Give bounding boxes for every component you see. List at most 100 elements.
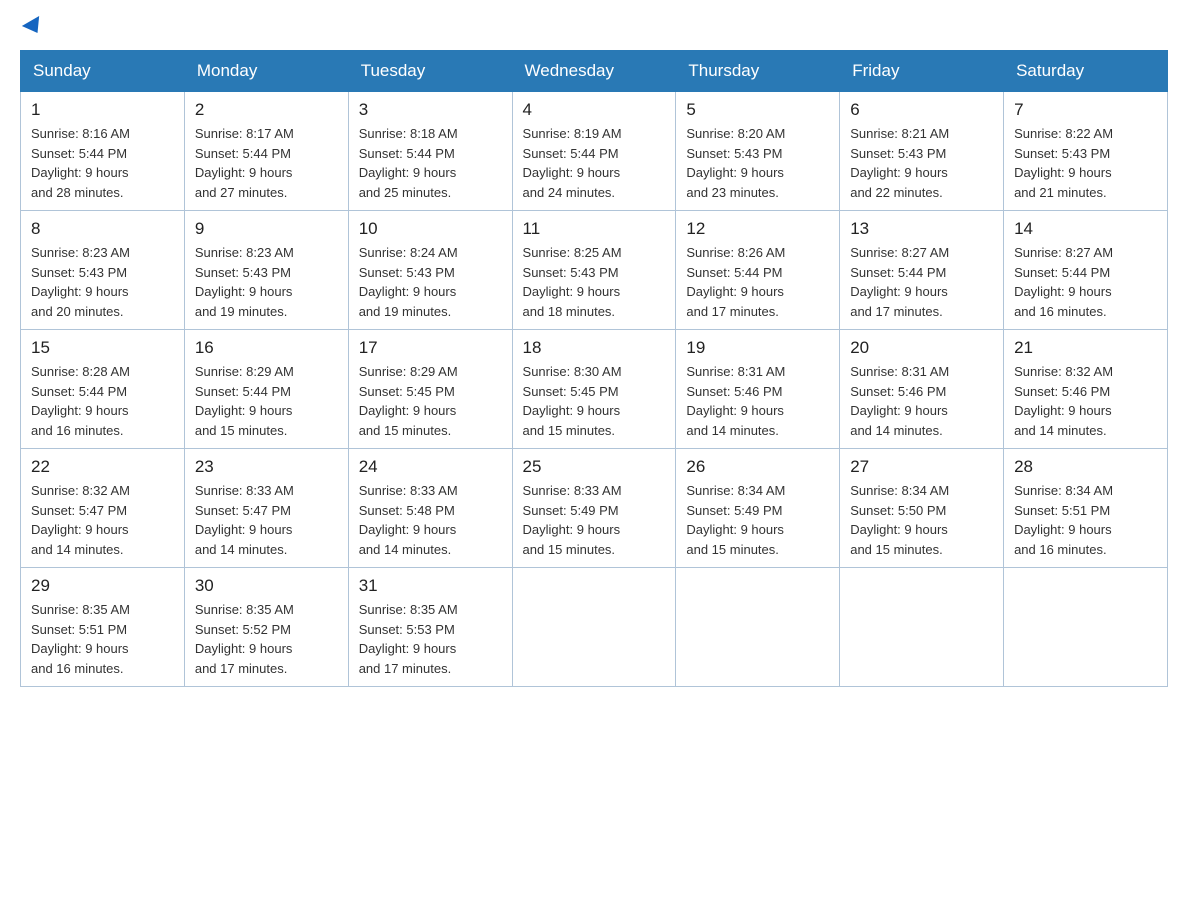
calendar-cell: 12 Sunrise: 8:26 AM Sunset: 5:44 PM Dayl…: [676, 211, 840, 330]
day-number: 20: [850, 338, 993, 358]
day-info: Sunrise: 8:29 AM Sunset: 5:45 PM Dayligh…: [359, 362, 502, 440]
day-number: 12: [686, 219, 829, 239]
calendar-week-row: 29 Sunrise: 8:35 AM Sunset: 5:51 PM Dayl…: [21, 568, 1168, 687]
calendar-cell: [676, 568, 840, 687]
calendar-cell: 4 Sunrise: 8:19 AM Sunset: 5:44 PM Dayli…: [512, 92, 676, 211]
calendar-cell: 9 Sunrise: 8:23 AM Sunset: 5:43 PM Dayli…: [184, 211, 348, 330]
calendar-cell: 23 Sunrise: 8:33 AM Sunset: 5:47 PM Dayl…: [184, 449, 348, 568]
calendar-cell: 30 Sunrise: 8:35 AM Sunset: 5:52 PM Dayl…: [184, 568, 348, 687]
calendar-cell: 3 Sunrise: 8:18 AM Sunset: 5:44 PM Dayli…: [348, 92, 512, 211]
calendar-cell: 31 Sunrise: 8:35 AM Sunset: 5:53 PM Dayl…: [348, 568, 512, 687]
day-info: Sunrise: 8:18 AM Sunset: 5:44 PM Dayligh…: [359, 124, 502, 202]
weekday-header-monday: Monday: [184, 51, 348, 92]
day-info: Sunrise: 8:33 AM Sunset: 5:48 PM Dayligh…: [359, 481, 502, 559]
weekday-header-sunday: Sunday: [21, 51, 185, 92]
day-info: Sunrise: 8:29 AM Sunset: 5:44 PM Dayligh…: [195, 362, 338, 440]
calendar-week-row: 22 Sunrise: 8:32 AM Sunset: 5:47 PM Dayl…: [21, 449, 1168, 568]
calendar-cell: 26 Sunrise: 8:34 AM Sunset: 5:49 PM Dayl…: [676, 449, 840, 568]
calendar-cell: [512, 568, 676, 687]
day-number: 19: [686, 338, 829, 358]
day-number: 3: [359, 100, 502, 120]
calendar-cell: [1004, 568, 1168, 687]
calendar-week-row: 8 Sunrise: 8:23 AM Sunset: 5:43 PM Dayli…: [21, 211, 1168, 330]
day-number: 16: [195, 338, 338, 358]
day-info: Sunrise: 8:19 AM Sunset: 5:44 PM Dayligh…: [523, 124, 666, 202]
day-info: Sunrise: 8:32 AM Sunset: 5:46 PM Dayligh…: [1014, 362, 1157, 440]
day-number: 25: [523, 457, 666, 477]
day-number: 13: [850, 219, 993, 239]
day-info: Sunrise: 8:32 AM Sunset: 5:47 PM Dayligh…: [31, 481, 174, 559]
calendar-cell: 16 Sunrise: 8:29 AM Sunset: 5:44 PM Dayl…: [184, 330, 348, 449]
page-header: [20, 20, 1168, 34]
day-info: Sunrise: 8:20 AM Sunset: 5:43 PM Dayligh…: [686, 124, 829, 202]
calendar-cell: 20 Sunrise: 8:31 AM Sunset: 5:46 PM Dayl…: [840, 330, 1004, 449]
day-number: 15: [31, 338, 174, 358]
day-number: 8: [31, 219, 174, 239]
day-info: Sunrise: 8:34 AM Sunset: 5:51 PM Dayligh…: [1014, 481, 1157, 559]
day-number: 24: [359, 457, 502, 477]
day-info: Sunrise: 8:33 AM Sunset: 5:47 PM Dayligh…: [195, 481, 338, 559]
day-info: Sunrise: 8:27 AM Sunset: 5:44 PM Dayligh…: [1014, 243, 1157, 321]
calendar-cell: 10 Sunrise: 8:24 AM Sunset: 5:43 PM Dayl…: [348, 211, 512, 330]
day-info: Sunrise: 8:26 AM Sunset: 5:44 PM Dayligh…: [686, 243, 829, 321]
day-info: Sunrise: 8:27 AM Sunset: 5:44 PM Dayligh…: [850, 243, 993, 321]
calendar-cell: 5 Sunrise: 8:20 AM Sunset: 5:43 PM Dayli…: [676, 92, 840, 211]
calendar-cell: 17 Sunrise: 8:29 AM Sunset: 5:45 PM Dayl…: [348, 330, 512, 449]
day-number: 22: [31, 457, 174, 477]
day-number: 21: [1014, 338, 1157, 358]
logo-arrow-icon: [22, 16, 46, 38]
weekday-header-friday: Friday: [840, 51, 1004, 92]
calendar-cell: 21 Sunrise: 8:32 AM Sunset: 5:46 PM Dayl…: [1004, 330, 1168, 449]
day-number: 29: [31, 576, 174, 596]
day-number: 2: [195, 100, 338, 120]
calendar-cell: 22 Sunrise: 8:32 AM Sunset: 5:47 PM Dayl…: [21, 449, 185, 568]
calendar-table: SundayMondayTuesdayWednesdayThursdayFrid…: [20, 50, 1168, 687]
day-number: 31: [359, 576, 502, 596]
day-info: Sunrise: 8:22 AM Sunset: 5:43 PM Dayligh…: [1014, 124, 1157, 202]
calendar-cell: 15 Sunrise: 8:28 AM Sunset: 5:44 PM Dayl…: [21, 330, 185, 449]
calendar-cell: [840, 568, 1004, 687]
calendar-cell: 13 Sunrise: 8:27 AM Sunset: 5:44 PM Dayl…: [840, 211, 1004, 330]
day-info: Sunrise: 8:33 AM Sunset: 5:49 PM Dayligh…: [523, 481, 666, 559]
day-number: 1: [31, 100, 174, 120]
day-number: 10: [359, 219, 502, 239]
day-info: Sunrise: 8:31 AM Sunset: 5:46 PM Dayligh…: [686, 362, 829, 440]
day-info: Sunrise: 8:23 AM Sunset: 5:43 PM Dayligh…: [195, 243, 338, 321]
weekday-header-tuesday: Tuesday: [348, 51, 512, 92]
day-info: Sunrise: 8:24 AM Sunset: 5:43 PM Dayligh…: [359, 243, 502, 321]
calendar-week-row: 1 Sunrise: 8:16 AM Sunset: 5:44 PM Dayli…: [21, 92, 1168, 211]
day-number: 28: [1014, 457, 1157, 477]
weekday-header-thursday: Thursday: [676, 51, 840, 92]
weekday-header-row: SundayMondayTuesdayWednesdayThursdayFrid…: [21, 51, 1168, 92]
calendar-cell: 11 Sunrise: 8:25 AM Sunset: 5:43 PM Dayl…: [512, 211, 676, 330]
day-info: Sunrise: 8:25 AM Sunset: 5:43 PM Dayligh…: [523, 243, 666, 321]
day-info: Sunrise: 8:35 AM Sunset: 5:52 PM Dayligh…: [195, 600, 338, 678]
calendar-cell: 8 Sunrise: 8:23 AM Sunset: 5:43 PM Dayli…: [21, 211, 185, 330]
calendar-cell: 18 Sunrise: 8:30 AM Sunset: 5:45 PM Dayl…: [512, 330, 676, 449]
day-number: 14: [1014, 219, 1157, 239]
day-info: Sunrise: 8:28 AM Sunset: 5:44 PM Dayligh…: [31, 362, 174, 440]
day-number: 26: [686, 457, 829, 477]
calendar-cell: 24 Sunrise: 8:33 AM Sunset: 5:48 PM Dayl…: [348, 449, 512, 568]
day-number: 18: [523, 338, 666, 358]
weekday-header-saturday: Saturday: [1004, 51, 1168, 92]
calendar-cell: 19 Sunrise: 8:31 AM Sunset: 5:46 PM Dayl…: [676, 330, 840, 449]
day-info: Sunrise: 8:21 AM Sunset: 5:43 PM Dayligh…: [850, 124, 993, 202]
day-info: Sunrise: 8:34 AM Sunset: 5:49 PM Dayligh…: [686, 481, 829, 559]
day-number: 27: [850, 457, 993, 477]
day-info: Sunrise: 8:16 AM Sunset: 5:44 PM Dayligh…: [31, 124, 174, 202]
day-number: 17: [359, 338, 502, 358]
day-info: Sunrise: 8:17 AM Sunset: 5:44 PM Dayligh…: [195, 124, 338, 202]
day-info: Sunrise: 8:34 AM Sunset: 5:50 PM Dayligh…: [850, 481, 993, 559]
calendar-cell: 7 Sunrise: 8:22 AM Sunset: 5:43 PM Dayli…: [1004, 92, 1168, 211]
calendar-cell: 6 Sunrise: 8:21 AM Sunset: 5:43 PM Dayli…: [840, 92, 1004, 211]
calendar-week-row: 15 Sunrise: 8:28 AM Sunset: 5:44 PM Dayl…: [21, 330, 1168, 449]
calendar-cell: 25 Sunrise: 8:33 AM Sunset: 5:49 PM Dayl…: [512, 449, 676, 568]
day-info: Sunrise: 8:23 AM Sunset: 5:43 PM Dayligh…: [31, 243, 174, 321]
calendar-cell: 28 Sunrise: 8:34 AM Sunset: 5:51 PM Dayl…: [1004, 449, 1168, 568]
day-number: 11: [523, 219, 666, 239]
day-number: 9: [195, 219, 338, 239]
calendar-cell: 27 Sunrise: 8:34 AM Sunset: 5:50 PM Dayl…: [840, 449, 1004, 568]
weekday-header-wednesday: Wednesday: [512, 51, 676, 92]
day-number: 23: [195, 457, 338, 477]
